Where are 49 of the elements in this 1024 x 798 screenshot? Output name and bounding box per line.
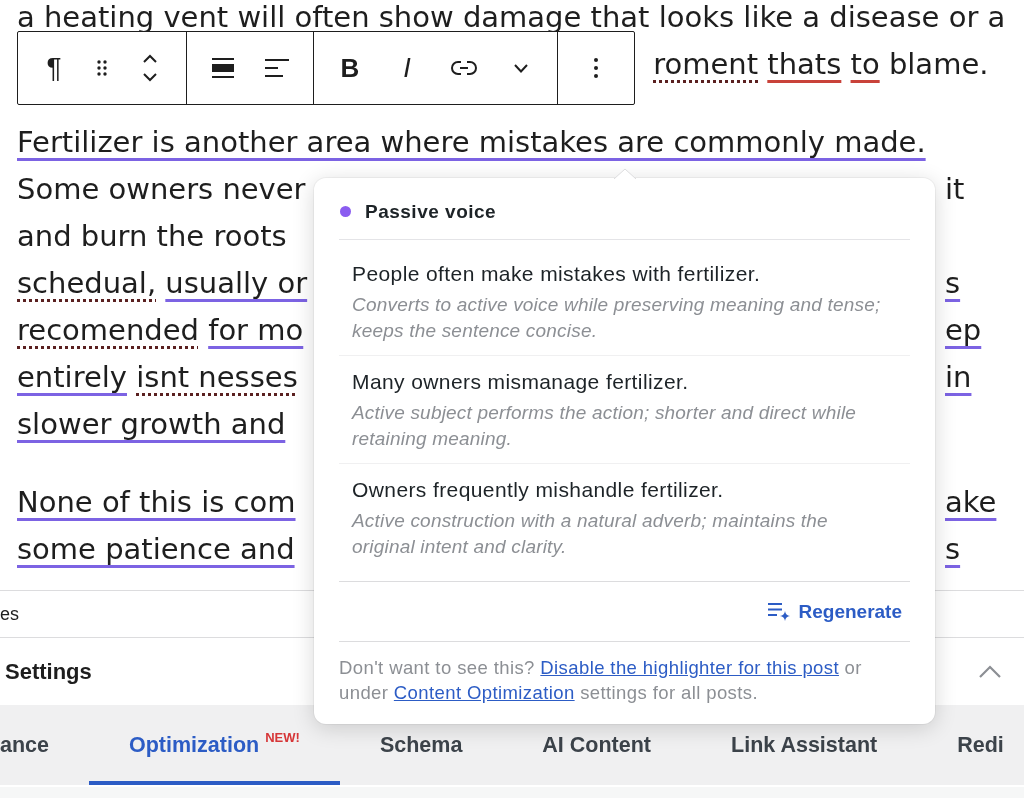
suggestion-text[interactable]: Owners frequently mishandle fertilizer. [352, 477, 897, 503]
suggestion-text[interactable]: Many owners mismanage fertilizer. [352, 369, 897, 395]
new-indicator: NEW! [265, 730, 300, 745]
body-text: and burn the roots [17, 218, 288, 255]
footer-note: Don't want to see this? Disable the highlighter for this post or under Content Optimization settings for all posts. [339, 656, 863, 705]
tab[interactable]: Optimization NEW! [89, 705, 340, 785]
body-text: s [944, 265, 962, 302]
align-full-width-icon [212, 58, 234, 78]
text-link[interactable]: Disable the highlighter for this post [540, 657, 839, 678]
tab[interactable]: Link Assistant [691, 705, 918, 785]
link-icon [451, 61, 477, 75]
tab[interactable]: Redi [917, 705, 1024, 785]
body-text: roment thats to blame. [653, 46, 989, 83]
body-text: in [944, 359, 973, 396]
body-text: it [944, 171, 966, 208]
more-vertical-icon [594, 58, 598, 78]
align-left-icon [265, 59, 289, 77]
body-text: schedual, usually or [17, 265, 309, 302]
body-text: Some owners never [17, 171, 307, 208]
italic-button[interactable]: I [383, 44, 431, 92]
text-link[interactable]: Content Optimization [393, 682, 575, 703]
issue-title: Passive voice [365, 200, 497, 223]
tab[interactable]: Schema [339, 705, 503, 785]
row-label: es [0, 603, 19, 625]
bold-button[interactable]: B [326, 44, 374, 92]
body-text: entirely isnt nesses [17, 359, 299, 396]
suggestion-note: Active construction with a natural adverb; maintains the original intent and clarity. [352, 509, 829, 559]
lines-sparkle-icon [767, 602, 790, 621]
regenerate-button[interactable]: Regenerate [759, 596, 910, 627]
tab[interactable]: ance [0, 705, 89, 785]
drag-handle-icon [97, 60, 107, 76]
suggestion-text[interactable]: People often make mistakes with fertilizer. [352, 261, 897, 287]
chevron-down-icon [514, 63, 528, 73]
body-text: slower growth and [17, 406, 287, 443]
tab[interactable]: AI Content [502, 705, 692, 785]
body-text: a heating vent will often show damage that looks like a disease or a [17, 0, 1006, 36]
body-text: Fertilizer is another area where mistakes are commonly made. [17, 124, 926, 161]
paragraph-button[interactable]: ¶ [30, 44, 78, 92]
body-text: some patience and [17, 531, 296, 568]
section-title: Settings [5, 658, 92, 685]
suggestion-note: Converts to active voice while preserving meaning and tense; keeps the sentence concise. [352, 293, 882, 343]
body-text: s [944, 531, 962, 568]
suggestion-note: Active subject performs the action; shorter and direct while retaining meaning. [352, 401, 858, 451]
body-text: ake [944, 484, 998, 521]
body-text: ep [944, 312, 983, 349]
up-down-chevrons-icon [142, 54, 158, 82]
status-dot-icon [340, 206, 351, 217]
body-text: None of this is com [17, 484, 297, 521]
body-text: recomended for mo [17, 312, 305, 349]
